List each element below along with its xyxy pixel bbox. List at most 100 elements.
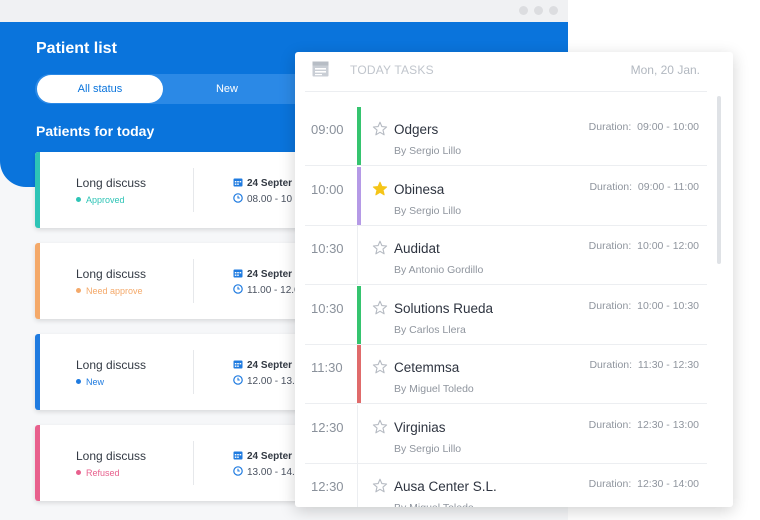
card-divider [193, 350, 194, 394]
tab-new[interactable]: New [185, 74, 269, 104]
window-titlebar [0, 0, 568, 22]
task-name: Virginias [394, 419, 446, 435]
card-title: Long discuss [76, 449, 147, 463]
task-color-bar [357, 107, 361, 166]
duration-label: Duration: [588, 121, 632, 133]
task-author: By Miguel Toledo [394, 383, 474, 395]
task-row[interactable]: 12:30 Virginias By Sergio Lillo Duration: 1… [305, 404, 707, 464]
task-author: By Carlos Llera [394, 323, 466, 336]
duration-label: Duration: [588, 240, 632, 252]
clock-icon [233, 375, 243, 385]
star-icon[interactable] [372, 419, 388, 435]
scrollbar[interactable] [717, 96, 721, 264]
clock-icon [233, 193, 243, 203]
timeline-divider [357, 464, 358, 507]
appointment-time: 08.00 - 10 [233, 193, 292, 205]
status-badge: Need approve [76, 286, 143, 296]
header-divider [305, 91, 707, 92]
appointment-time: 12.00 - 13. [233, 375, 295, 387]
time-text: 13.00 - 14. [247, 467, 295, 478]
duration-label: Duration: [589, 180, 633, 193]
tab-all-status[interactable]: All status [37, 75, 163, 103]
duration-value: 11:30 - 12:30 [637, 359, 699, 371]
page-title: Patient list [36, 40, 117, 57]
task-time: 09:00 [311, 122, 344, 137]
task-color-bar [357, 345, 361, 404]
status-stripe [35, 334, 40, 410]
calendar-icon [233, 178, 243, 187]
status-dot [76, 379, 81, 384]
status-badge: New [76, 377, 104, 387]
task-time: 11:30 [311, 360, 343, 375]
duration-label: Duration: [588, 478, 632, 490]
clock-icon [233, 466, 243, 476]
task-name: Obinesa [394, 181, 445, 197]
task-name: Ausa Center S.L. [394, 479, 497, 494]
star-icon[interactable] [372, 359, 388, 375]
task-color-bar [357, 166, 361, 226]
task-row[interactable]: 09:00 Odgers By Sergio Lillo Duration: 09:0… [305, 107, 707, 166]
timeline-divider [357, 404, 358, 464]
clock-icon [233, 284, 243, 294]
duration-label: Duration: [589, 359, 633, 371]
task-name: Cetemmsa [394, 360, 460, 375]
date-text: 24 Septer [247, 269, 293, 280]
time-text: 08.00 - 10 [247, 194, 293, 205]
date-text: 24 Septer [247, 451, 293, 462]
patient-card[interactable]: Long discuss New 24 Septer 12.00 - 13. [35, 334, 335, 410]
timeline-divider [357, 226, 358, 285]
status-badge: Approved [76, 195, 125, 205]
today-tasks-panel: TODAY TASKS Mon, 20 Jan. 09:00 Odgers By S… [295, 52, 733, 507]
star-icon[interactable] [372, 478, 388, 494]
status-stripe [35, 152, 40, 228]
duration-value: 09:00 - 11:00 [637, 180, 699, 193]
star-icon[interactable] [372, 240, 388, 256]
task-duration: Duration: 09:00 - 10:00 [589, 121, 699, 133]
card-title: Long discuss [76, 176, 147, 190]
status-label: Refused [86, 468, 120, 478]
task-time: 10:00 [311, 181, 344, 197]
panel-header: TODAY TASKS Mon, 20 Jan. [295, 52, 733, 91]
task-duration: Duration: 11:30 - 12:30 [589, 359, 699, 371]
duration-label: Duration: [588, 299, 632, 312]
window-control-dot[interactable] [519, 6, 528, 15]
task-row[interactable]: 12:30 Ausa Center S.L. By Miguel Toledo Dur… [305, 464, 707, 507]
task-name: Odgers [394, 122, 439, 137]
date-text: 24 Septer [247, 360, 293, 371]
task-row[interactable]: 10:00 Obinesa By Sergio Lillo Duration: 09:… [305, 166, 707, 226]
task-time: 12:30 [311, 479, 344, 494]
task-author: By Sergio Lillo [394, 145, 462, 157]
task-row[interactable]: 10:30 Solutions Rueda By Carlos Llera Durat… [305, 285, 707, 345]
card-divider [193, 259, 194, 303]
task-duration: Duration: 10:00 - 10:30 [589, 300, 699, 312]
duration-value: 09:00 - 10:00 [637, 121, 699, 133]
duration-value: 12:30 - 13:00 [637, 418, 699, 431]
star-icon[interactable] [372, 121, 388, 137]
task-author: By Sergio Lillo [394, 204, 462, 217]
card-title: Long discuss [76, 267, 147, 281]
task-row[interactable]: 10:30 Audidat By Antonio Gordillo Duration:… [305, 226, 707, 285]
task-duration: Duration: 09:00 - 11:00 [589, 181, 699, 193]
status-dot [76, 288, 81, 293]
star-icon[interactable] [372, 181, 388, 197]
task-duration: Duration: 10:00 - 12:00 [589, 240, 699, 252]
task-name: Solutions Rueda [394, 300, 494, 316]
window-control-dot[interactable] [534, 6, 543, 15]
patient-card[interactable]: Long discuss Need approve 24 Septer 11.00 -… [35, 243, 335, 319]
status-stripe [35, 425, 40, 501]
appointment-date: 24 Septer [233, 177, 292, 189]
task-row[interactable]: 11:30 Cetemmsa By Miguel Toledo Duration: 1… [305, 345, 707, 404]
calendar-list-icon [312, 61, 329, 77]
patient-card[interactable]: Long discuss Refused 24 Septer 13.00 - 14. [35, 425, 335, 501]
patient-card[interactable]: Long discuss Approved 24 Septer 08.00 - 10 [35, 152, 335, 228]
calendar-icon [233, 269, 243, 278]
status-label: Approved [86, 195, 125, 205]
duration-value: 12:30 - 14:00 [637, 478, 699, 490]
task-author: By Antonio Gordillo [394, 264, 484, 276]
status-dot [76, 197, 81, 202]
appointment-date: 24 Septer [233, 268, 292, 280]
window-control-dot[interactable] [549, 6, 558, 15]
star-icon[interactable] [372, 300, 388, 316]
appointment-time: 11.00 - 12.0 [233, 284, 300, 296]
status-badge: Refused [76, 468, 120, 478]
